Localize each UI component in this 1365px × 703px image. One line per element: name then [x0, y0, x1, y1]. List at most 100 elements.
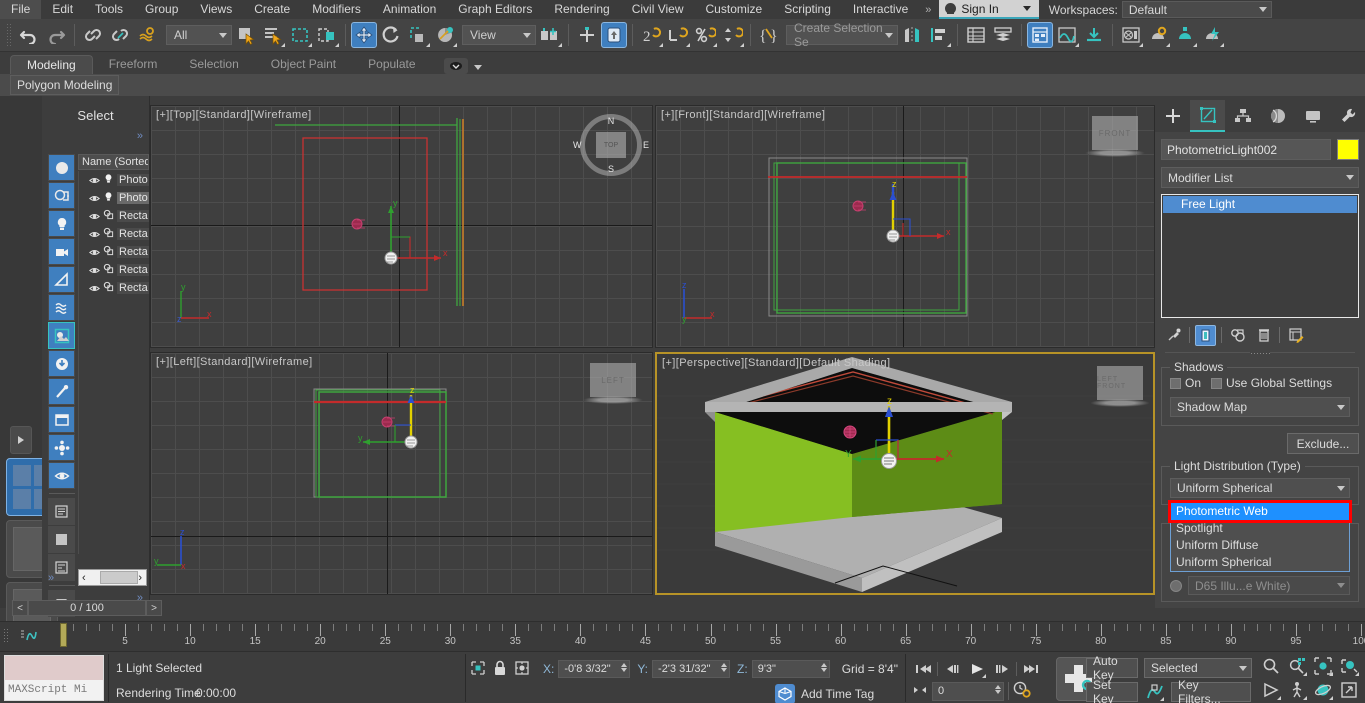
unlink-selection-icon[interactable]	[107, 22, 133, 48]
select-and-rotate-icon[interactable]	[378, 22, 404, 48]
menu-modifiers[interactable]: Modifiers	[301, 0, 372, 19]
sign-in-button[interactable]: Sign In	[939, 0, 1039, 19]
visibility-eye-icon[interactable]	[89, 265, 100, 276]
dropdown-option-photometric-web[interactable]: Photometric Web	[1168, 500, 1352, 523]
viewport-top[interactable]: [+][Top][Standard][Wireframe] y x y x z …	[150, 105, 653, 348]
next-frame-icon[interactable]	[991, 659, 1013, 679]
menu-views[interactable]: Views	[189, 0, 243, 19]
menu-overflow-chevron[interactable]: »	[919, 4, 937, 16]
viewcube-south-label[interactable]: S	[608, 164, 614, 174]
menu-tools[interactable]: Tools	[84, 0, 134, 19]
toggle-scene-explorer-icon[interactable]	[963, 22, 989, 48]
align-icon[interactable]	[926, 22, 952, 48]
visibility-eye-icon[interactable]	[89, 175, 100, 186]
curve-editor-icon[interactable]	[1054, 22, 1080, 48]
content-browser-icon[interactable]	[1081, 22, 1107, 48]
material-editor-icon[interactable]	[1027, 22, 1053, 48]
scrollbar-thumb[interactable]	[99, 571, 139, 584]
viewcube-west-label[interactable]: W	[573, 140, 582, 150]
spinner-icon[interactable]	[820, 663, 827, 672]
object-name-input[interactable]	[1161, 139, 1331, 160]
tab-selection[interactable]: Selection	[173, 55, 254, 74]
use-global-settings-checkbox[interactable]	[1211, 377, 1223, 389]
menu-animation[interactable]: Animation	[372, 0, 447, 19]
reference-coordinate-select[interactable]: View	[462, 25, 536, 45]
modifier-stack[interactable]: Free Light	[1161, 194, 1359, 318]
ribbon-options-icon[interactable]	[443, 58, 468, 74]
select-and-manipulate-icon[interactable]	[601, 22, 627, 48]
z-coord-field[interactable]: 9'3"	[751, 660, 830, 678]
play-animation-icon[interactable]	[966, 659, 988, 679]
viewport-front-label[interactable]: [+][Front][Standard][Wireframe]	[661, 109, 825, 121]
menu-file[interactable]: File	[0, 0, 42, 19]
field-of-view-icon[interactable]	[1258, 678, 1284, 702]
mirror-icon[interactable]	[899, 22, 925, 48]
spinner-snap-toggle-icon[interactable]	[719, 22, 745, 48]
view-cube-perspective[interactable]: LEFT FRONT	[1090, 366, 1150, 407]
modifier-list-select[interactable]: Modifier List	[1161, 167, 1359, 188]
zoom-extents-icon[interactable]	[1310, 654, 1336, 678]
viewport-top-label[interactable]: [+][Top][Standard][Wireframe]	[156, 109, 312, 121]
render-production-icon[interactable]	[1172, 22, 1198, 48]
scene-explorer-expand-chevron[interactable]: »	[137, 130, 143, 142]
filter-space-warps-icon[interactable]	[48, 294, 75, 321]
menu-civil-view[interactable]: Civil View	[621, 0, 695, 19]
tab-display[interactable]	[1295, 100, 1330, 132]
percent-snap-toggle-icon[interactable]	[692, 22, 718, 48]
select-object-icon[interactable]	[233, 22, 259, 48]
configure-modifier-sets-icon[interactable]	[1285, 325, 1306, 346]
bind-to-space-warp-icon[interactable]	[134, 22, 160, 48]
menu-graph-editors[interactable]: Graph Editors	[447, 0, 543, 19]
tab-utilities[interactable]	[1330, 100, 1365, 132]
viewport-left[interactable]: [+][Left][Standard][Wireframe] z y z y x…	[150, 352, 653, 595]
frame-stepper-icon[interactable]	[912, 684, 928, 699]
visibility-eye-icon[interactable]	[89, 247, 100, 258]
scene-explorer-tree[interactable]: Photo Photo Recta Recta Recta Recta Rect…	[78, 171, 149, 554]
make-unique-icon[interactable]	[1227, 325, 1248, 346]
filter-bones-icon[interactable]	[48, 378, 75, 405]
light-distribution-select[interactable]: Uniform Spherical	[1170, 478, 1350, 498]
dropdown-option-spotlight[interactable]: Spotlight	[1171, 520, 1349, 537]
key-mode-select[interactable]: Selected	[1144, 658, 1252, 678]
tab-modeling[interactable]: Modeling	[10, 55, 93, 74]
x-coord-field[interactable]: -0'8 3/32"	[558, 660, 631, 678]
tab-hierarchy[interactable]	[1225, 100, 1260, 132]
filter-lights-icon[interactable]	[48, 210, 75, 237]
viewport-perspective-label[interactable]: [+][Perspective][Standard][Default Shadi…	[662, 357, 890, 369]
filter-geometry-icon[interactable]	[48, 154, 75, 181]
filter-visibility-icon[interactable]	[48, 462, 75, 489]
filter-xrefs-icon[interactable]	[48, 350, 75, 377]
named-selection-set-input[interactable]: Create Selection Se	[786, 21, 898, 49]
frame-slider[interactable]: < 0 / 100 >	[12, 599, 162, 617]
undo-icon[interactable]	[16, 22, 42, 48]
display-list-icon[interactable]	[48, 498, 75, 525]
tab-create[interactable]	[1155, 100, 1190, 132]
use-selection-center-icon[interactable]	[574, 22, 600, 48]
menu-customize[interactable]: Customize	[695, 0, 774, 19]
selection-lock-region-icon[interactable]	[470, 660, 486, 679]
next-frame-button[interactable]: >	[146, 600, 162, 616]
stack-item-free-light[interactable]: Free Light	[1163, 196, 1357, 213]
redo-icon[interactable]	[43, 22, 69, 48]
menu-scripting[interactable]: Scripting	[773, 0, 842, 19]
list-item[interactable]: Photo	[79, 171, 149, 189]
track-bar-grip[interactable]	[3, 628, 9, 644]
scroll-right-icon[interactable]: ›	[138, 572, 146, 584]
list-item[interactable]: Recta	[79, 243, 149, 261]
set-key-toggle-button[interactable]: Set Key	[1086, 678, 1138, 703]
filter-containers-icon[interactable]	[48, 406, 75, 433]
current-frame-display[interactable]: 0 / 100	[28, 600, 146, 616]
rollout-grip[interactable]	[1250, 351, 1270, 356]
list-item[interactable]: Recta	[79, 225, 149, 243]
prev-frame-button[interactable]: <	[12, 600, 28, 616]
use-pivot-point-center-icon[interactable]	[537, 22, 563, 48]
menu-edit[interactable]: Edit	[41, 0, 84, 19]
render-setup-icon[interactable]	[1118, 22, 1144, 48]
dropdown-option-uniform-diffuse[interactable]: Uniform Diffuse	[1171, 537, 1349, 554]
view-cube-face-label[interactable]: LEFT	[590, 363, 636, 397]
shadows-on-checkbox[interactable]	[1170, 377, 1181, 389]
open-mini-curve-editor-icon[interactable]	[20, 628, 38, 647]
select-by-name-icon[interactable]	[260, 22, 286, 48]
object-color-swatch[interactable]	[1337, 139, 1359, 160]
list-item[interactable]: Recta	[79, 261, 149, 279]
